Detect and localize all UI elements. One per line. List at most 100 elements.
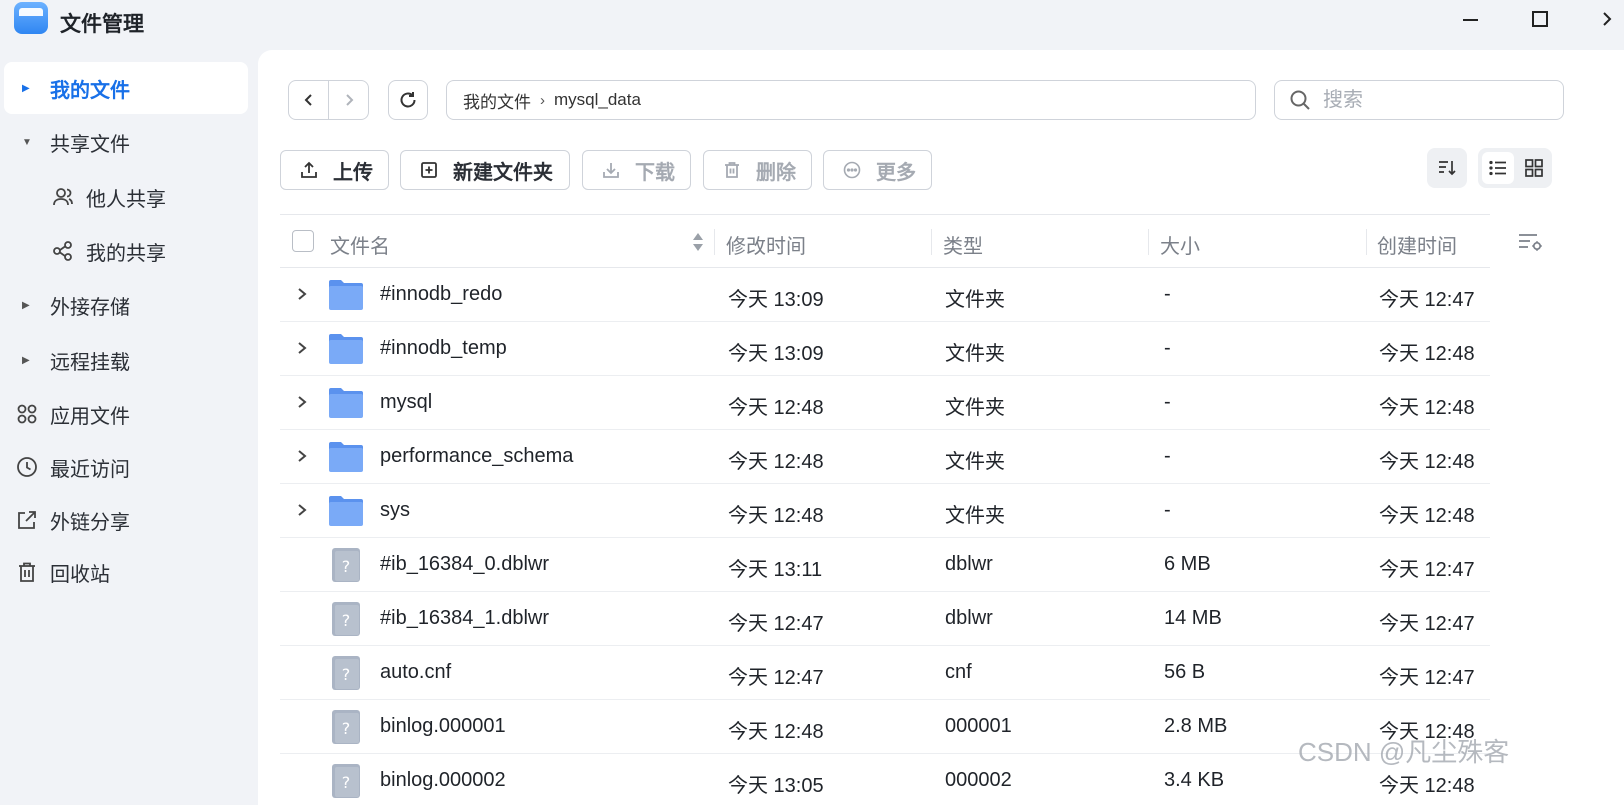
sidebar-item-app-files[interactable]: 应用文件 <box>4 388 248 440</box>
column-divider[interactable] <box>931 229 932 255</box>
minimize-button[interactable] <box>1455 6 1485 32</box>
unknown-file-icon: ? <box>328 601 364 637</box>
sidebar-item-shared-with-me[interactable]: 他人共享 <box>4 171 248 223</box>
caret-down-icon: ▼ <box>22 136 32 148</box>
column-header-modified[interactable]: 修改时间 <box>726 230 806 259</box>
refresh-button[interactable] <box>388 80 428 120</box>
sidebar-item-recent[interactable]: 最近访问 <box>4 441 248 493</box>
column-settings-icon[interactable] <box>1516 230 1544 254</box>
sidebar-item-label: 外接存储 <box>50 296 130 319</box>
search-icon <box>1290 90 1310 110</box>
file-size: 3.4 KB <box>1164 769 1225 791</box>
file-row[interactable]: ? #ib_16384_0.dblwr 今天 13:11 dblwr 6 MB 今天 12… <box>280 538 1490 592</box>
sidebar-item-my-shares[interactable]: 我的共享 <box>4 225 248 277</box>
file-size: 56 B <box>1164 661 1206 683</box>
close-button[interactable] <box>1592 6 1622 32</box>
more-label: 更多 <box>876 161 916 184</box>
sort-button[interactable] <box>1427 148 1467 188</box>
column-header-created[interactable]: 创建时间 <box>1377 230 1457 259</box>
breadcrumb: 我的文件 › mysql_data <box>446 80 1256 120</box>
file-row[interactable]: ? #ib_16384_1.dblwr 今天 12:47 dblwr 14 MB 今天 1… <box>280 592 1490 646</box>
search-input[interactable] <box>1323 88 1543 112</box>
created-time: 今天 12:48 <box>1379 451 1475 473</box>
file-row[interactable]: ? auto.cnf 今天 12:47 cnf 56 B 今天 12:47 <box>280 646 1490 700</box>
sidebar-item-link-share[interactable]: 外链分享 <box>4 494 248 546</box>
sidebar-item-label: 我的共享 <box>86 242 166 265</box>
sidebar-item-my-files[interactable]: ▶ 我的文件 <box>4 62 248 114</box>
folder-row[interactable]: #innodb_temp 今天 13:09 文件夹 - 今天 12:48 <box>280 322 1490 376</box>
svg-text:?: ? <box>342 557 351 576</box>
file-type: 文件夹 <box>945 343 1005 365</box>
expand-chevron-icon[interactable] <box>296 337 310 359</box>
back-button[interactable] <box>288 80 329 120</box>
folder-row[interactable]: mysql 今天 12:48 文件夹 - 今天 12:48 <box>280 376 1490 430</box>
upload-button[interactable]: 上传 <box>280 150 389 190</box>
modified-time: 今天 12:48 <box>728 397 824 419</box>
maximize-icon <box>1532 11 1548 27</box>
more-button[interactable]: 更多 <box>823 150 932 190</box>
column-header-name[interactable]: 文件名 <box>330 230 390 259</box>
file-size: - <box>1164 391 1171 413</box>
sort-arrows-icon[interactable] <box>692 231 704 253</box>
svg-text:?: ? <box>342 611 351 630</box>
new-folder-icon <box>419 160 439 180</box>
expand-chevron-icon[interactable] <box>296 499 310 521</box>
sidebar-item-remote-mount[interactable]: ▶ 远程挂载 <box>4 334 248 386</box>
modified-time: 今天 12:48 <box>728 721 824 743</box>
sidebar-item-external-storage[interactable]: ▶ 外接存储 <box>4 279 248 331</box>
download-icon <box>601 160 621 180</box>
file-name: binlog.000002 <box>380 769 506 791</box>
expand-chevron-icon[interactable] <box>296 445 310 467</box>
trash-icon <box>722 160 742 180</box>
trash-icon <box>16 561 38 583</box>
expand-chevron-icon[interactable] <box>296 283 310 305</box>
new-folder-button[interactable]: 新建文件夹 <box>400 150 570 190</box>
folder-row[interactable]: #innodb_redo 今天 13:09 文件夹 - 今天 12:47 <box>280 268 1490 322</box>
sidebar-item-recycle-bin[interactable]: 回收站 <box>4 546 248 598</box>
unknown-file-icon: ? <box>328 547 364 583</box>
maximize-button[interactable] <box>1525 6 1555 32</box>
external-link-icon <box>16 509 38 531</box>
unknown-file-icon: ? <box>328 709 364 745</box>
delete-button[interactable]: 删除 <box>703 150 812 190</box>
column-divider[interactable] <box>714 229 715 255</box>
caret-right-icon: ▶ <box>22 354 30 366</box>
column-header-type[interactable]: 类型 <box>943 230 983 259</box>
expand-chevron-icon[interactable] <box>296 391 310 413</box>
file-size: 2.8 MB <box>1164 715 1228 737</box>
column-header-size[interactable]: 大小 <box>1160 230 1200 259</box>
unknown-file-icon: ? <box>328 655 364 691</box>
column-divider[interactable] <box>1366 229 1367 255</box>
clock-icon <box>16 456 38 478</box>
modified-time: 今天 12:47 <box>728 613 824 635</box>
file-type: 000001 <box>945 715 1012 737</box>
forward-button[interactable] <box>328 80 369 120</box>
breadcrumb-current[interactable]: mysql_data <box>554 90 641 110</box>
breadcrumb-root[interactable]: 我的文件 <box>463 88 531 113</box>
column-divider[interactable] <box>1148 229 1149 255</box>
select-all-checkbox[interactable] <box>292 230 314 252</box>
modified-time: 今天 13:09 <box>728 289 824 311</box>
search-box[interactable] <box>1274 80 1564 120</box>
chevron-left-icon <box>304 94 312 106</box>
folder-row[interactable]: performance_schema 今天 12:48 文件夹 - 今天 12:48 <box>280 430 1490 484</box>
sidebar: ▶ 我的文件 ▼ 共享文件 他人共享 我的共享 ▶ 外接存储 ▶ 远程挂载 应用… <box>0 50 258 805</box>
caret-right-icon: ▶ <box>22 299 30 311</box>
main-panel: 我的文件 › mysql_data 上传 新建文件夹 下载 删除 更多 <box>258 50 1624 805</box>
file-name: auto.cnf <box>380 661 452 683</box>
modified-time: 今天 12:47 <box>728 667 824 689</box>
folder-icon <box>328 439 364 475</box>
created-time: 今天 12:47 <box>1379 559 1475 581</box>
file-type: 000002 <box>945 769 1012 791</box>
more-icon <box>842 160 862 180</box>
list-view-button[interactable] <box>1482 152 1514 184</box>
folder-icon <box>328 385 364 421</box>
modified-time: 今天 13:05 <box>728 775 824 797</box>
file-name: #ib_16384_0.dblwr <box>380 553 550 575</box>
minimize-icon <box>1462 18 1478 21</box>
grid-view-button[interactable] <box>1518 152 1550 184</box>
download-button[interactable]: 下载 <box>582 150 691 190</box>
view-toggle <box>1478 148 1552 188</box>
folder-row[interactable]: sys 今天 12:48 文件夹 - 今天 12:48 <box>280 484 1490 538</box>
sidebar-item-shared-files[interactable]: ▼ 共享文件 <box>4 116 248 168</box>
